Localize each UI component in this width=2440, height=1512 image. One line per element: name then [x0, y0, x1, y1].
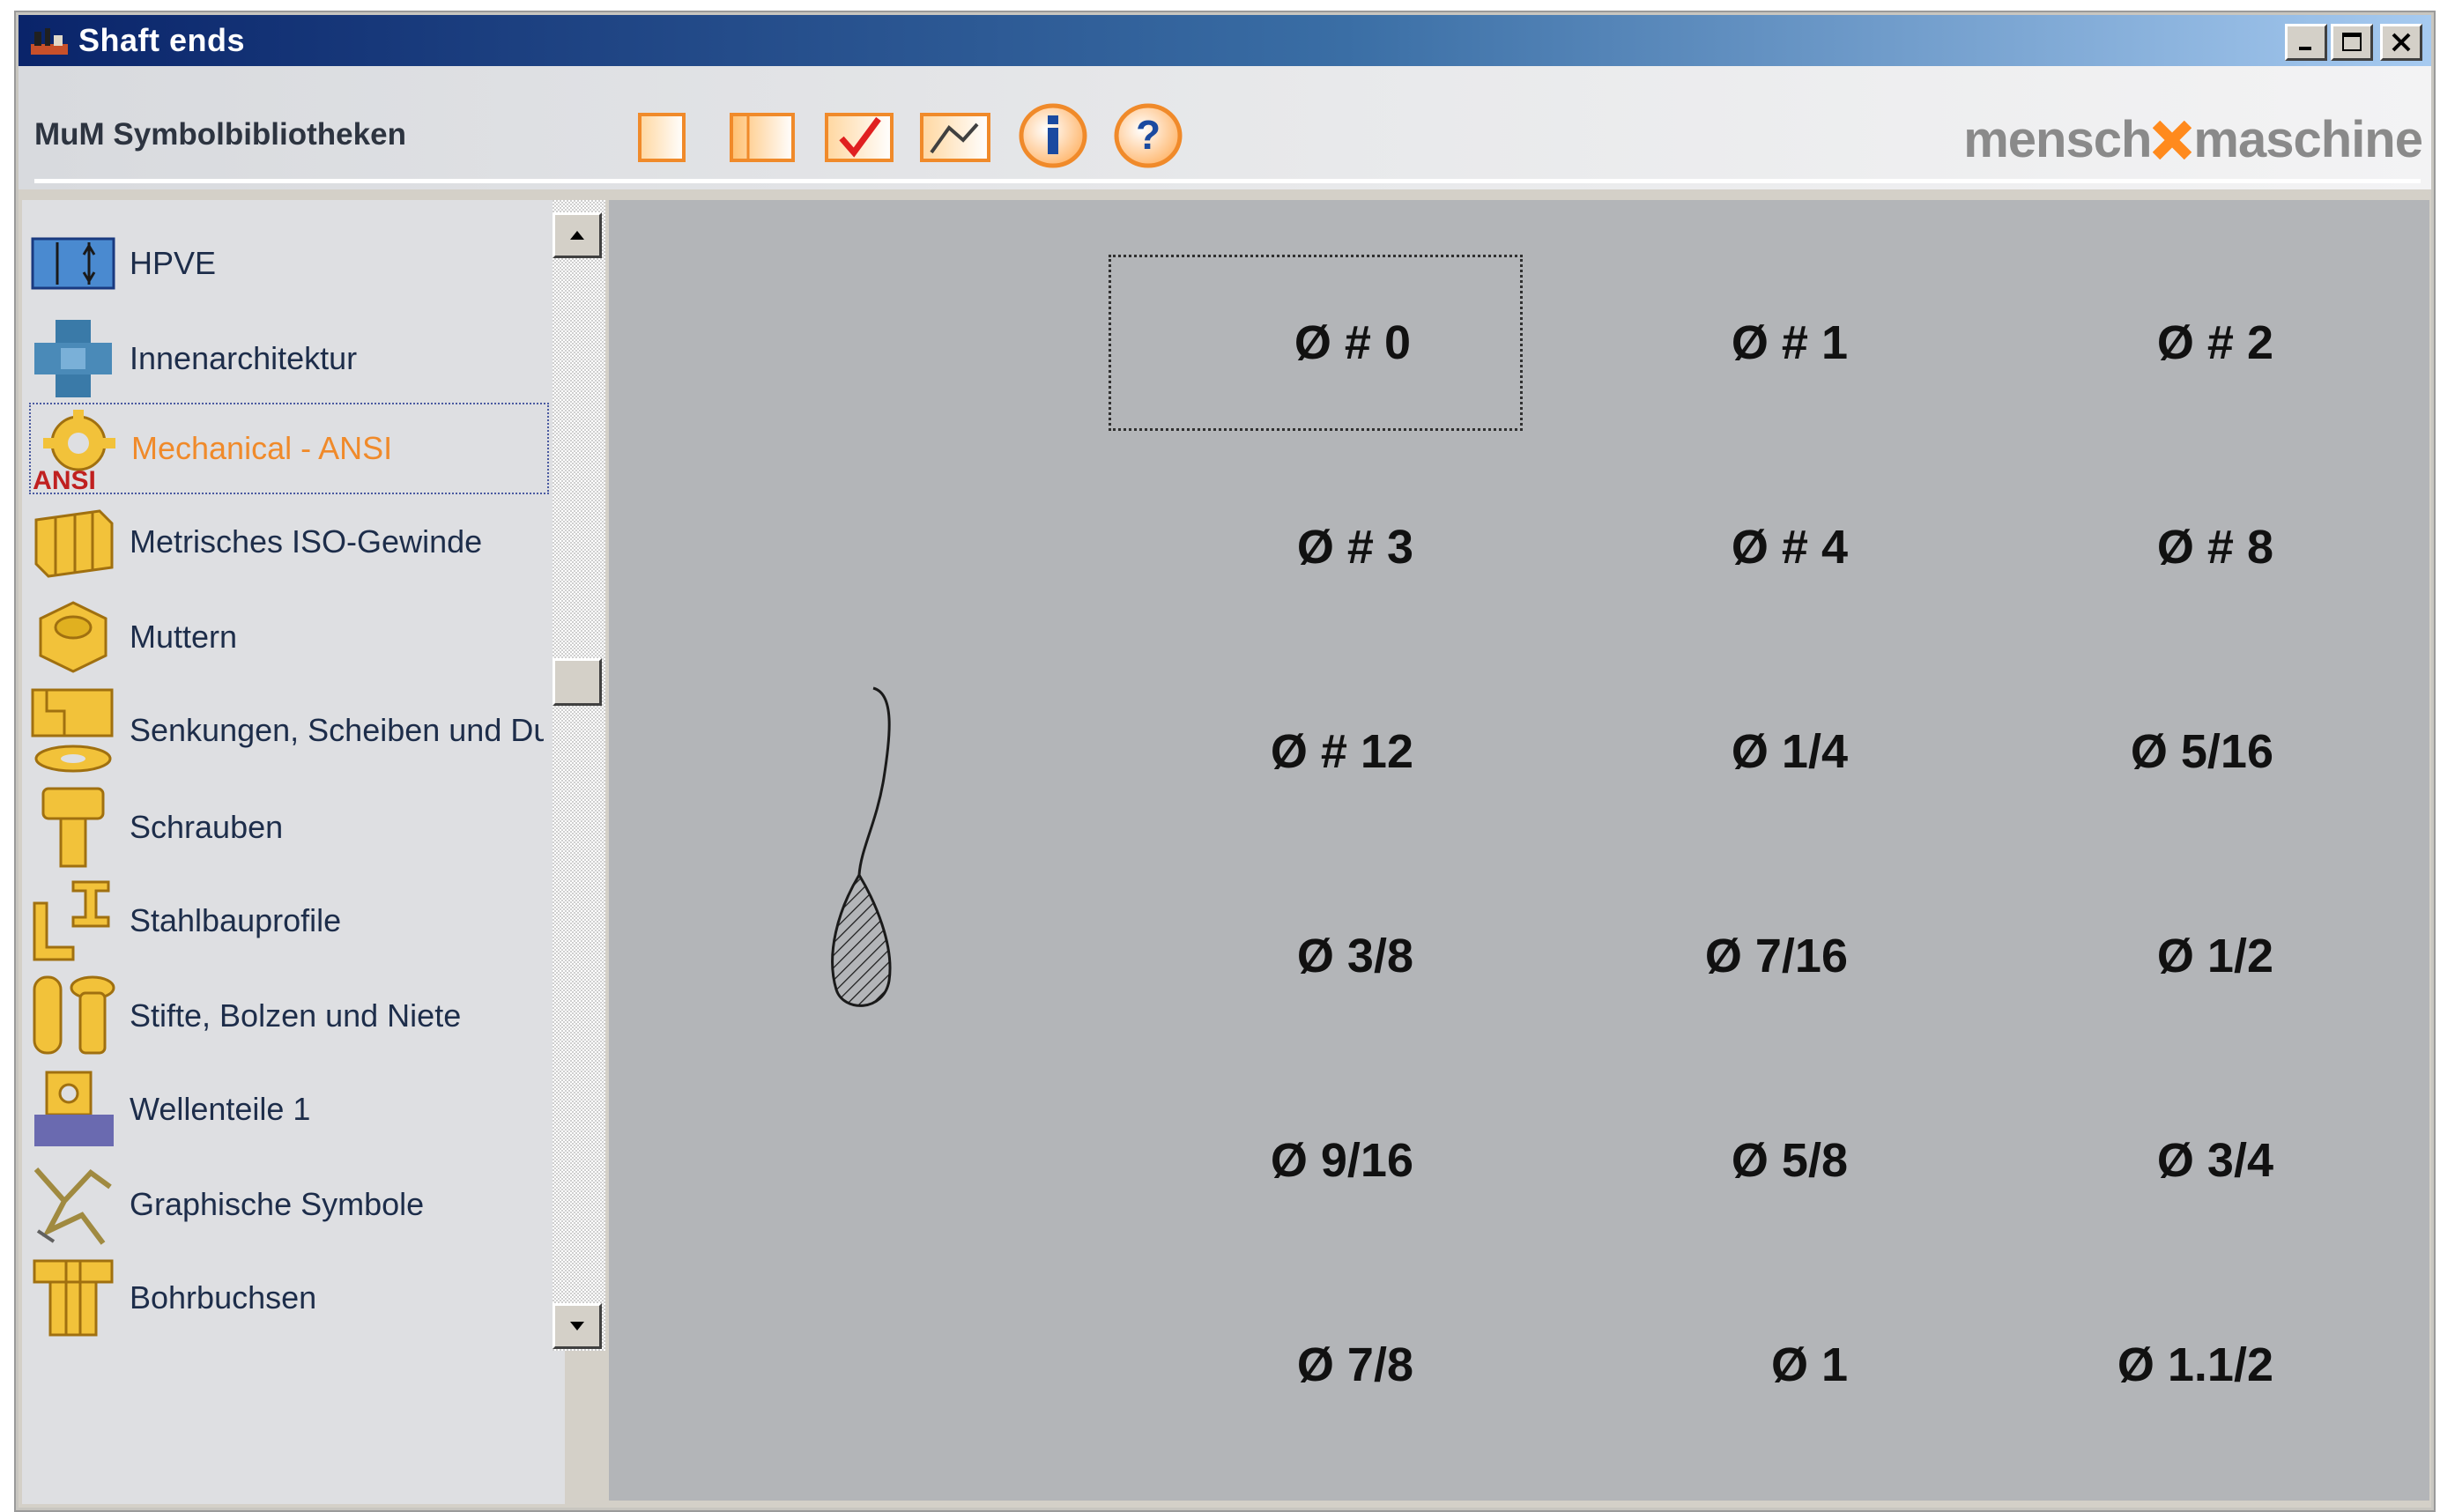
library-item-metrisches-iso-gewinde[interactable]: Metrisches ISO-Gewinde: [29, 496, 549, 588]
symbol-cell[interactable]: Ø # 2: [1969, 255, 2383, 431]
help-icon: ?: [1114, 103, 1183, 168]
library-title: MuM Symbolbibliotheken: [34, 117, 406, 152]
library-label: Graphische Symbole: [130, 1186, 425, 1222]
symbol-cell[interactable]: Ø # 8: [1969, 459, 2383, 635]
toolbar-check-button[interactable]: [824, 112, 894, 163]
info-icon: [1019, 103, 1087, 168]
library-item-senkungen[interactable]: Senkungen, Scheiben und Du: [29, 685, 549, 776]
symbol-cell[interactable]: Ø 5/16: [1969, 663, 2383, 840]
symbol-cell[interactable]: Ø 9/16: [1109, 1072, 1523, 1249]
library-item-stifte[interactable]: Stifte, Bolzen und Niete: [29, 970, 549, 1062]
symbol-cell[interactable]: Ø 1/4: [1543, 663, 1957, 840]
maximize-icon: [2342, 33, 2362, 51]
symbol-cell[interactable]: Ø # 4: [1543, 459, 1957, 635]
interior-icon: [29, 315, 117, 403]
library-label: Bohrbuchsen: [130, 1279, 317, 1316]
library-label: Stahlbauprofile: [130, 902, 342, 938]
export-icon: [920, 113, 990, 162]
symbol-cell[interactable]: Ø 3/8: [1109, 868, 1523, 1044]
symbol-cell[interactable]: Ø 1: [1543, 1277, 1957, 1453]
library-label: HPVE: [130, 245, 217, 281]
symbol-canvas: Ø # 0 Ø # 1 Ø # 2 Ø # 3 Ø # 4 Ø # 8 Ø # …: [609, 200, 2429, 1501]
washer-icon: [29, 686, 117, 775]
symbol-cell[interactable]: Ø 3/4: [1969, 1072, 2383, 1249]
logo-cross-icon: [2153, 120, 2192, 159]
library-label: Senkungen, Scheiben und Du: [130, 712, 544, 748]
library-item-bohrbuchsen[interactable]: Bohrbuchsen: [29, 1252, 549, 1344]
scroll-down-button[interactable]: [553, 1303, 602, 1349]
library-label: Schrauben: [130, 809, 284, 845]
shaft-end-preview-icon: [831, 686, 892, 1007]
toolbar-panel-button[interactable]: [729, 112, 796, 163]
check-icon: [825, 113, 894, 162]
symbol-cell[interactable]: Ø # 3: [1109, 459, 1523, 635]
library-item-mechanical-ansi[interactable]: ANSI Mechanical - ANSI: [29, 403, 549, 494]
bushing-icon: [29, 1254, 117, 1342]
svg-text:?: ?: [1136, 112, 1161, 158]
maximize-button[interactable]: [2331, 24, 2373, 61]
close-button[interactable]: [2380, 24, 2422, 61]
toolbar-help-button[interactable]: ?: [1113, 103, 1183, 168]
symbol-cell[interactable]: Ø # 1: [1543, 255, 1957, 431]
library-item-graphische-symbole[interactable]: Graphische Symbole: [29, 1159, 549, 1250]
shaft-part-icon: [29, 1065, 117, 1153]
symbol-cell[interactable]: Ø 7/16: [1543, 868, 1957, 1044]
library-item-hpve[interactable]: HPVE: [29, 218, 549, 309]
library-label: Innenarchitektur: [130, 340, 358, 376]
screw-icon: [29, 783, 117, 871]
panel-icon: [730, 113, 795, 162]
toolbar-export-button[interactable]: [919, 112, 991, 163]
logo-text-left: mensch: [1963, 111, 2152, 168]
hpve-icon: [29, 219, 117, 308]
symbol-cell[interactable]: Ø 1.1/2: [1969, 1277, 2383, 1453]
thread-icon: [29, 498, 117, 586]
toolbar-info-button[interactable]: [1018, 103, 1088, 168]
symbol-cell[interactable]: Ø # 0: [1109, 255, 1523, 431]
library-scrollbar[interactable]: [553, 200, 605, 1351]
gear-ansi-icon: ANSI: [31, 404, 119, 493]
svg-text:ANSI: ANSI: [33, 466, 96, 493]
library-label: Muttern: [130, 619, 238, 655]
app-icon: [29, 23, 70, 58]
close-icon: [2392, 33, 2411, 52]
arrow-down-icon: [570, 1322, 584, 1330]
graphic-symbol-icon: [29, 1160, 117, 1249]
nut-icon: [29, 593, 117, 681]
minimize-icon: [2299, 47, 2311, 50]
symbol-cell[interactable]: Ø # 12: [1109, 663, 1523, 840]
library-label: Metrisches ISO-Gewinde: [130, 523, 483, 560]
mensch-maschine-logo: mensch maschine: [1963, 110, 2423, 169]
steel-profile-icon: [29, 877, 117, 965]
new-page-icon: [638, 113, 686, 162]
library-label: Wellenteile 1: [130, 1091, 311, 1127]
title-bar[interactable]: Shaft ends: [19, 15, 2431, 66]
symbol-cell[interactable]: Ø 1/2: [1969, 868, 2383, 1044]
library-item-schrauben[interactable]: Schrauben: [29, 782, 549, 873]
pin-icon: [29, 972, 117, 1060]
library-item-muttern[interactable]: Muttern: [29, 591, 549, 683]
library-list: HPVE Innenarchitektur ANSI Mechanical - …: [22, 200, 565, 1504]
toolbar-new-button[interactable]: [635, 112, 688, 163]
header-divider: [34, 179, 2421, 183]
arrow-up-icon: [570, 231, 584, 240]
symbol-cell[interactable]: Ø 7/8: [1109, 1277, 1523, 1453]
library-item-stahlbauprofile[interactable]: Stahlbauprofile: [29, 875, 549, 967]
scroll-up-button[interactable]: [553, 212, 602, 258]
library-item-wellenteile[interactable]: Wellenteile 1: [29, 1064, 549, 1155]
window-title: Shaft ends: [78, 22, 246, 58]
library-label: Mechanical - ANSI: [131, 430, 393, 466]
scroll-thumb[interactable]: [553, 658, 602, 706]
library-item-innenarchitektur[interactable]: Innenarchitektur: [29, 313, 549, 404]
app-window: Shaft ends MuM Symbolbibliotheken ? mens…: [16, 12, 2434, 1510]
logo-text-right: maschine: [2193, 111, 2423, 168]
library-label: Stifte, Bolzen und Niete: [130, 997, 462, 1034]
symbol-cell[interactable]: Ø 5/8: [1543, 1072, 1957, 1249]
minimize-button[interactable]: [2285, 24, 2327, 61]
